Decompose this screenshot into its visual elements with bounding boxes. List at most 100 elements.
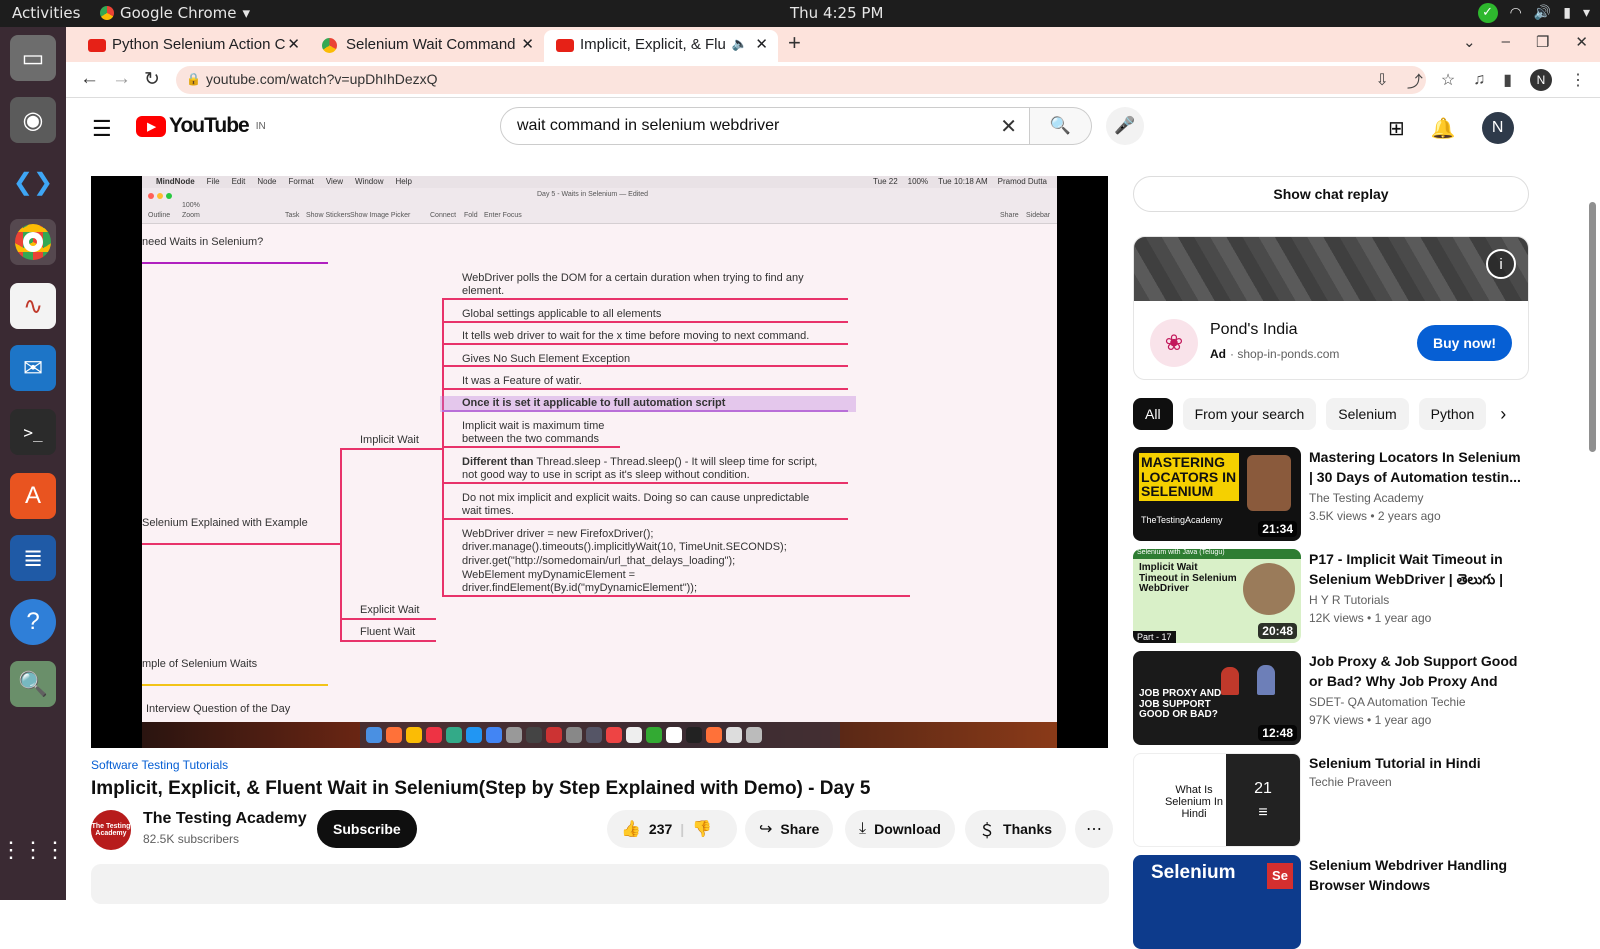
thumbs-up-icon[interactable]: 👍	[621, 819, 641, 839]
chevron-down-icon: ▾	[242, 4, 251, 22]
notifications-bell-icon[interactable]: 🔔	[1431, 116, 1456, 141]
close-window-button[interactable]: ✕	[1575, 33, 1588, 51]
install-icon[interactable]: ⇩	[1375, 70, 1388, 90]
page-scrollbar[interactable]	[1589, 202, 1596, 452]
search-button[interactable]: 🔍	[1030, 107, 1092, 145]
share-icon[interactable]: ⤴	[1407, 68, 1423, 92]
video-thumbnail[interactable]: Selenium Se	[1133, 855, 1301, 949]
video-title[interactable]: Mastering Locators In Selenium | 30 Days…	[1309, 447, 1527, 487]
more-actions-button[interactable]: ⋯	[1075, 810, 1113, 848]
thunderbird-icon[interactable]: ✉	[10, 345, 56, 391]
ad-card[interactable]: i ❀ Pond's India Ad · shop-in-ponds.com B…	[1133, 236, 1529, 380]
audio-playing-icon[interactable]: 🔈	[732, 36, 748, 52]
youtube-logo[interactable]: ▶ YouTube IN	[136, 114, 266, 138]
side-panel-icon[interactable]: ▮	[1503, 70, 1512, 90]
writer-icon[interactable]: ≣	[10, 535, 56, 581]
download-button[interactable]: ⤓ Download	[845, 810, 955, 848]
help-icon[interactable]: ?	[10, 599, 56, 645]
chrome-icon[interactable]	[10, 219, 56, 265]
terminal-icon[interactable]: >_	[10, 409, 56, 455]
recommended-playlist[interactable]: What Is Selenium In Hindi 21 ≡ Selenium …	[1133, 753, 1529, 847]
video-hashtag-link[interactable]: Software Testing Tutorials	[91, 758, 1111, 772]
upload-age: 2 years ago	[1377, 509, 1441, 523]
mindmap-node: WebDriver polls the DOM for a certain du…	[462, 272, 804, 284]
video-title[interactable]: P17 - Implicit Wait Timeout in Selenium …	[1309, 549, 1527, 589]
channel-name[interactable]: H Y R Tutorials	[1309, 593, 1389, 607]
reload-button[interactable]: ↻	[144, 68, 160, 91]
tab-search-icon[interactable]: ⌄	[1463, 33, 1476, 51]
tab-implicit-explicit[interactable]: Implicit, Explicit, & Flu 🔈 ✕	[544, 30, 778, 62]
video-title[interactable]: Job Proxy & Job Support Good or Bad? Why…	[1309, 651, 1527, 691]
mindmap-node: wait times.	[462, 505, 514, 517]
browser-toolbar: ← → ↻ 🔒 youtube.com/watch?v=upDhIhDezxQ …	[66, 62, 1600, 98]
show-apps-icon[interactable]: ⋮⋮⋮	[0, 827, 66, 873]
tab-selenium-wait[interactable]: Selenium Wait Command ✕	[310, 30, 544, 62]
back-button[interactable]: ←	[80, 68, 99, 90]
chevron-right-icon[interactable]: ›	[1500, 404, 1506, 425]
subscriber-count: 82.5K subscribers	[143, 832, 240, 846]
show-chat-replay-button[interactable]: Show chat replay	[1133, 176, 1529, 212]
minimize-button[interactable]: –	[1502, 33, 1510, 51]
recommended-video[interactable]: JOB PROXY AND JOB SUPPORT GOOD OR BAD? 1…	[1133, 651, 1529, 745]
more-menu-icon[interactable]: ⋮	[1570, 70, 1586, 90]
menu-icon[interactable]: ☰	[92, 116, 112, 142]
close-icon[interactable]: ✕	[521, 35, 534, 53]
channel-name[interactable]: The Testing Academy	[1309, 491, 1424, 505]
bookmark-star-icon[interactable]: ☆	[1441, 70, 1455, 90]
voice-search-button[interactable]: 🎤	[1106, 107, 1144, 145]
channel-name[interactable]: The Testing Academy	[143, 810, 307, 828]
chip-all[interactable]: All	[1133, 398, 1173, 430]
chip-from-your-search[interactable]: From your search	[1182, 398, 1317, 430]
video-thumbnail[interactable]: Selenium with Java (Telugu) Implicit Wai…	[1133, 549, 1301, 643]
rhythmbox-icon[interactable]: ◉	[10, 97, 56, 143]
new-tab-button[interactable]: +	[788, 30, 801, 56]
info-icon[interactable]: i	[1486, 249, 1516, 279]
thumbs-down-icon[interactable]: 👎	[692, 819, 712, 839]
vscode-icon[interactable]: ❮❯	[10, 159, 56, 205]
close-icon[interactable]: ✕	[755, 35, 768, 53]
files-icon[interactable]: ▭	[10, 35, 56, 81]
forward-button[interactable]: →	[112, 68, 131, 90]
video-player[interactable]: MindNode File Edit Node Format View Wind…	[91, 176, 1108, 748]
thanks-button[interactable]: ＄ Thanks	[965, 810, 1067, 848]
playlist-title[interactable]: Selenium Tutorial in Hindi	[1309, 753, 1527, 773]
address-bar[interactable]: 🔒 youtube.com/watch?v=upDhIhDezxQ	[176, 66, 1426, 94]
video-thumbnail[interactable]: JOB PROXY AND JOB SUPPORT GOOD OR BAD? 1…	[1133, 651, 1301, 745]
app-menu[interactable]: Google Chrome ▾	[100, 4, 250, 22]
chip-selenium[interactable]: Selenium	[1326, 398, 1409, 430]
search-input[interactable]: wait command in selenium webdriver ✕	[500, 107, 1030, 145]
channel-name[interactable]: Techie Praveen	[1309, 775, 1392, 789]
like-count[interactable]: 237	[649, 821, 672, 837]
video-title[interactable]: Selenium Webdriver Handling Browser Wind…	[1309, 855, 1527, 895]
share-button[interactable]: ↪ Share	[745, 810, 834, 848]
account-avatar[interactable]: N	[1481, 112, 1514, 144]
view-count: 12K views	[1309, 611, 1364, 625]
recommended-video[interactable]: MASTERING LOCATORS IN SELENIUM TheTestin…	[1133, 447, 1529, 541]
media-controls-icon[interactable]: ♫	[1473, 71, 1485, 89]
tab-python-selenium[interactable]: Python Selenium Action C ✕	[76, 30, 310, 62]
playlist-thumbnail[interactable]: What Is Selenium In Hindi 21 ≡	[1133, 753, 1301, 847]
activities-button[interactable]: Activities	[12, 4, 80, 22]
clear-search-icon[interactable]: ✕	[1000, 114, 1017, 139]
draw-app-icon[interactable]: ∿	[10, 283, 56, 329]
create-video-icon[interactable]: ⊞	[1388, 116, 1405, 141]
buy-now-button[interactable]: Buy now!	[1417, 325, 1512, 361]
system-clock[interactable]: Thu 4:25 PM	[790, 4, 883, 22]
recommended-video[interactable]: Selenium with Java (Telugu) Implicit Wai…	[1133, 549, 1529, 643]
description-box[interactable]	[91, 864, 1109, 904]
maximize-button[interactable]: ❐	[1536, 33, 1549, 51]
profile-avatar[interactable]: N	[1530, 69, 1552, 91]
subscribe-button[interactable]: Subscribe	[317, 810, 417, 848]
more-horizontal-icon: ⋯	[1086, 821, 1102, 838]
video-thumbnail[interactable]: MASTERING LOCATORS IN SELENIUM TheTestin…	[1133, 447, 1301, 541]
channel-avatar[interactable]: The Testing Academy	[91, 810, 131, 850]
mindmap-branch-line	[142, 684, 328, 686]
software-center-icon[interactable]: A	[10, 473, 56, 519]
mindmap-branch-line	[442, 482, 848, 484]
close-icon[interactable]: ✕	[287, 35, 300, 53]
image-viewer-icon[interactable]: 🔍	[10, 661, 56, 707]
chip-python[interactable]: Python	[1418, 398, 1487, 430]
system-tray[interactable]: ✓ ◠ 🔊 ▮ ▾	[1477, 3, 1590, 23]
channel-name[interactable]: SDET- QA Automation Techie	[1309, 695, 1466, 709]
recommended-video[interactable]: Selenium Se Selenium Webdriver Handling …	[1133, 855, 1529, 949]
